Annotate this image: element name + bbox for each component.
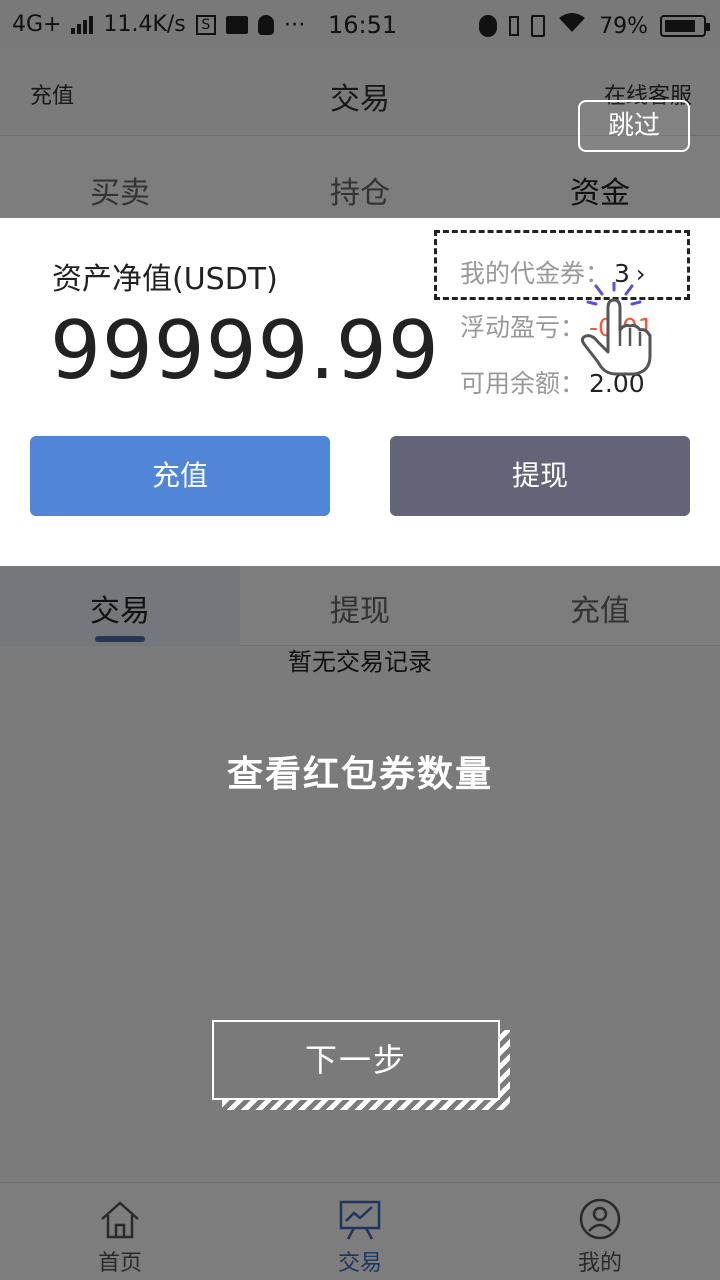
floating-pnl-label: 浮动盈亏： — [460, 313, 586, 342]
next-step-wrapper: 下一步 — [212, 1020, 512, 1112]
recharge-button[interactable]: 充值 — [30, 436, 330, 516]
tap-hand-icon — [580, 282, 652, 376]
skip-guide-button[interactable]: 跳过 — [578, 100, 690, 152]
guide-overlay-bottom — [0, 566, 720, 1280]
withdraw-button[interactable]: 提现 — [390, 436, 690, 516]
guide-message: 查看红包券数量 — [226, 754, 493, 795]
asset-card: 资产净值(USDT) 99999.99 我的代金券：3› 浮动盈亏：-0.01 … — [0, 218, 720, 566]
next-step-button[interactable]: 下一步 — [212, 1020, 500, 1100]
net-asset-value: 99999.99 — [50, 304, 440, 397]
available-balance-label: 可用余额： — [460, 369, 586, 398]
net-asset-label: 资产净值(USDT) — [52, 262, 278, 297]
